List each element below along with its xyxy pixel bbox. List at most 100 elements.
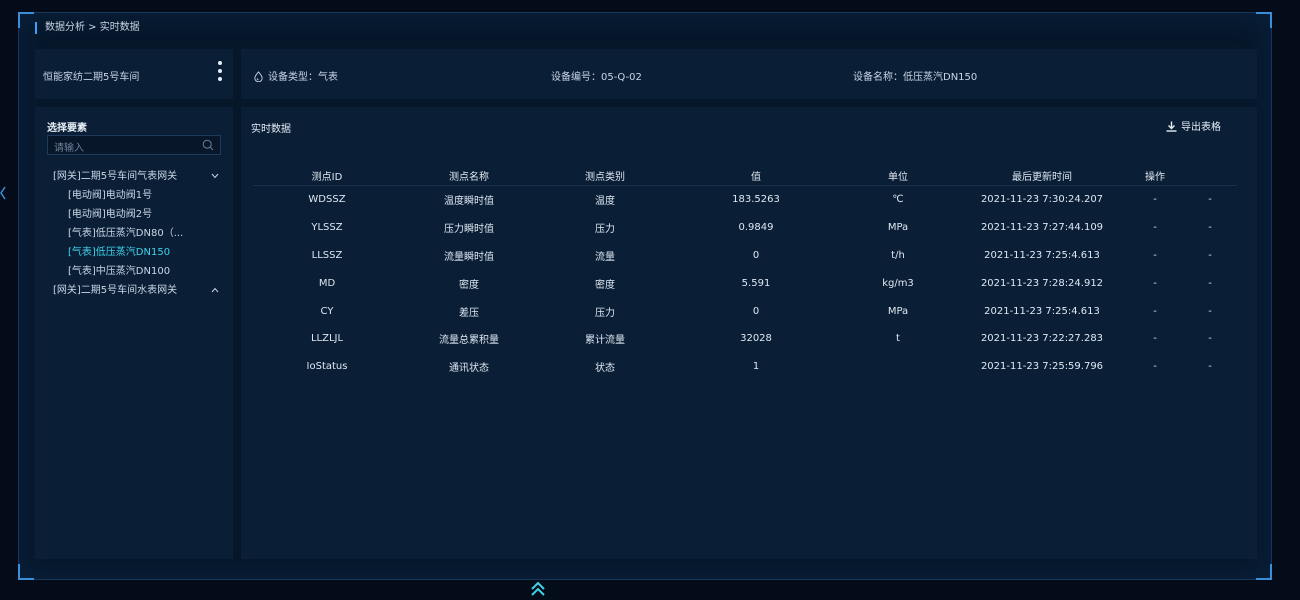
table-cell: YLSSZ <box>311 222 343 234</box>
selector-title: 选择要素 <box>47 123 87 134</box>
realtime-table: 测点ID 测点名称 测点类别 值 单位 最后更新时间 操作 WDSSZ 温度瞬时值… <box>253 165 1237 381</box>
download-icon <box>1166 121 1177 132</box>
device-info-panel: 设备类型：气表 设备编号：05-Q-02 设备名称：低压蒸汽DN150 <box>241 49 1257 99</box>
realtime-panel: 实时数据 导出表格 测点ID 测点名称 测点类别 值 单位 最后更新时间 操作 … <box>241 107 1257 559</box>
search-icon[interactable] <box>202 139 214 151</box>
tree-node-label: [电动阀]电动阀1号 <box>68 190 153 201</box>
table-cell: 183.5263 <box>732 194 780 206</box>
more-vertical-icon[interactable] <box>215 61 225 87</box>
tree-node-valve-1[interactable]: [电动阀]电动阀1号 <box>35 186 233 205</box>
search-input[interactable] <box>48 139 204 158</box>
table-cell: 密度 <box>595 279 615 291</box>
device-type-value: 气表 <box>318 72 338 83</box>
action-cell[interactable]: - <box>1183 297 1237 325</box>
table-cell: t <box>896 333 900 345</box>
drop-icon <box>254 71 263 82</box>
tree-node-gateway-gas[interactable]: [网关]二期5号车间气表网关 <box>35 167 233 186</box>
tree-node-label: [网关]二期5号车间水表网关 <box>53 285 178 296</box>
table-cell: 压力瞬时值 <box>444 224 494 236</box>
table-cell: MD <box>318 277 336 289</box>
table-cell: 0 <box>752 249 760 261</box>
action-cell[interactable]: - <box>1183 214 1237 242</box>
action-cell[interactable]: - <box>1127 353 1183 381</box>
table-cell: 流量瞬时值 <box>444 251 494 263</box>
column-header: 测点名称 <box>401 165 537 186</box>
table-cell: LLSSZ <box>311 249 343 261</box>
table-row: YLSSZ 压力瞬时值 压力 0.9849 MPa 2021-11-23 7:27:44.… <box>253 214 1237 242</box>
action-cell[interactable]: - <box>1183 186 1237 214</box>
action-cell[interactable]: - <box>1127 242 1183 270</box>
table-row: LLZLJL 流量总累积量 累计流量 32028 t 2021-11-23 7:22:27… <box>253 325 1237 353</box>
export-label: 导出表格 <box>1181 122 1221 133</box>
action-cell[interactable]: - <box>1127 297 1183 325</box>
action-cell[interactable]: - <box>1127 186 1183 214</box>
device-tree: [网关]二期5号车间气表网关 [电动阀]电动阀1号 [电动阀]电动阀2号 [气表… <box>35 167 233 300</box>
tree-node-label: [电动阀]电动阀2号 <box>68 209 153 220</box>
device-code-value: 05-Q-02 <box>601 72 642 83</box>
table-cell: 温度 <box>595 196 615 208</box>
table-cell: 2021-11-23 7:28:24.912 <box>980 277 1104 289</box>
device-type-label: 设备类型： <box>268 72 318 83</box>
column-header: 测点ID <box>253 165 401 186</box>
table-cell: 流量 <box>595 251 615 263</box>
table-cell: 2021-11-23 7:30:24.207 <box>980 194 1104 206</box>
action-cell[interactable]: - <box>1127 325 1183 353</box>
tree-node-gas-dn80[interactable]: [气表]低压蒸汽DN80（... <box>35 224 233 243</box>
table-cell: CY <box>320 305 334 317</box>
table-cell: MPa <box>887 222 909 234</box>
tree-node-label: [网关]二期5号车间气表网关 <box>53 171 178 182</box>
tree-node-label: [气表]中压蒸汽DN100 <box>68 266 171 277</box>
tree-node-gas-dn150[interactable]: [气表]低压蒸汽DN150 <box>35 243 233 262</box>
double-chevron-up-icon[interactable] <box>529 580 547 598</box>
chevron-down-icon[interactable] <box>211 173 219 179</box>
workshop-panel: 恒能家纺二期5号车间 <box>35 49 233 99</box>
table-row: MD 密度 密度 5.591 kg/m3 2021-11-23 7:28:24.912 - - <box>253 269 1237 297</box>
table-cell: kg/m3 <box>882 277 914 289</box>
export-button[interactable]: 导出表格 <box>1166 118 1221 133</box>
table-cell: ℃ <box>892 194 904 206</box>
device-name-label: 设备名称： <box>853 72 903 83</box>
column-header: 最后更新时间 <box>957 165 1127 186</box>
device-code-label: 设备编号： <box>551 72 601 83</box>
device-name-value: 低压蒸汽DN150 <box>903 72 978 83</box>
column-header: 测点类别 <box>537 165 673 186</box>
frame-corner <box>1256 564 1272 580</box>
table-row: CY 差压 压力 0 MPa 2021-11-23 7:25:4.613 - - <box>253 297 1237 325</box>
action-cell[interactable]: - <box>1183 353 1237 381</box>
realtime-title: 实时数据 <box>251 124 291 135</box>
chevron-left-icon[interactable] <box>0 186 6 200</box>
tree-node-label: [气表]低压蒸汽DN80（... <box>68 228 184 239</box>
tree-node-gateway-water[interactable]: [网关]二期5号车间水表网关 <box>35 281 233 300</box>
table-cell: WDSSZ <box>308 194 346 206</box>
action-cell[interactable]: - <box>1183 269 1237 297</box>
table-cell: 流量总累积量 <box>439 335 499 347</box>
chevron-up-icon[interactable] <box>211 287 219 293</box>
action-cell[interactable]: - <box>1127 214 1183 242</box>
frame-corner <box>1256 12 1272 28</box>
table-cell: 状态 <box>595 363 615 375</box>
search-box <box>47 135 221 158</box>
table-cell: 2021-11-23 7:25:4.613 <box>984 249 1100 261</box>
selector-panel: 选择要素 [网关]二期5号车间气表网关 [电动阀]电动阀1号 [电动阀]电动阀2… <box>35 107 233 559</box>
table-cell: 2021-11-23 7:22:27.283 <box>980 333 1104 345</box>
column-header: 操作 <box>1127 165 1183 186</box>
device-name: 设备名称：低压蒸汽DN150 <box>853 68 977 83</box>
table-cell: 2021-11-23 7:25:4.613 <box>984 305 1100 317</box>
action-cell[interactable]: - <box>1183 325 1237 353</box>
tree-node-gas-dn100[interactable]: [气表]中压蒸汽DN100 <box>35 262 233 281</box>
table-header-row: 测点ID 测点名称 测点类别 值 单位 最后更新时间 操作 <box>253 165 1237 186</box>
table-cell: 压力 <box>595 307 615 319</box>
table-cell: 32028 <box>740 333 772 345</box>
table-cell: t/h <box>891 249 905 261</box>
frame-corner <box>18 12 34 28</box>
table-row: IoStatus 通讯状态 状态 1 2021-11-23 7:25:59.796 - - <box>253 353 1237 381</box>
table-cell: 差压 <box>459 307 479 319</box>
action-cell[interactable]: - <box>1127 269 1183 297</box>
table-cell: LLZLJL <box>310 333 344 345</box>
tree-node-valve-2[interactable]: [电动阀]电动阀2号 <box>35 205 233 224</box>
table-cell <box>839 353 957 381</box>
table-cell: MPa <box>887 305 909 317</box>
table-cell: IoStatus <box>306 361 348 373</box>
main-frame: 数据分析 > 实时数据 恒能家纺二期5号车间 设备类型：气表 设备编号：05-Q… <box>18 12 1272 580</box>
action-cell[interactable]: - <box>1183 242 1237 270</box>
